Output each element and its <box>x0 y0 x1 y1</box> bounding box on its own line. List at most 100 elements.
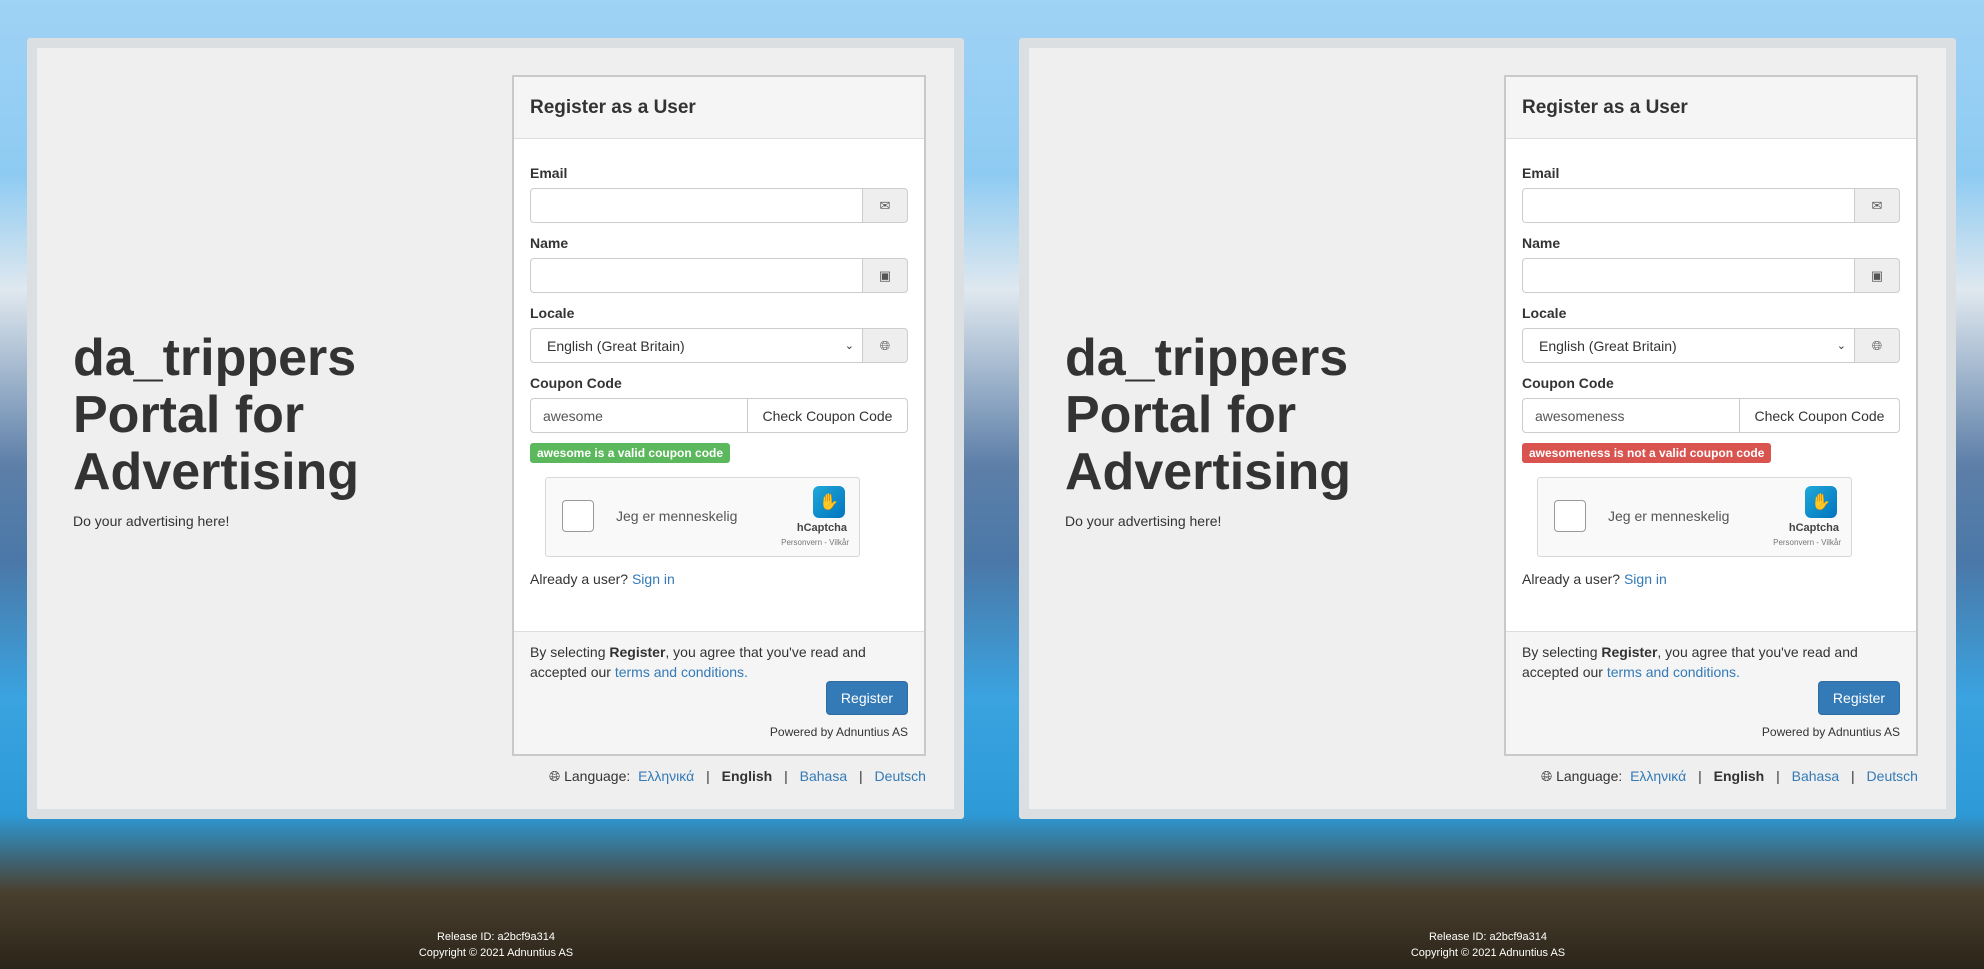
coupon-label: Coupon Code <box>530 375 622 391</box>
sign-in-link[interactable]: Sign in <box>632 571 675 587</box>
envelope-icon: ✉ <box>1855 188 1900 223</box>
coupon-group: awesome Check Coupon Code <box>530 398 908 433</box>
copyright: Copyright © 2021 Adnuntius AS <box>418 947 574 959</box>
terms-text: By selecting Register, you agree that yo… <box>530 642 908 682</box>
locale-value: English (Great Britain) <box>1539 337 1677 354</box>
tagline: Do your advertising here! <box>73 513 230 529</box>
captcha-terms-link[interactable]: Personvern - Vilkår <box>1773 538 1841 547</box>
portal-title-line: Portal for <box>1065 386 1297 444</box>
hcaptcha-logo-icon: ✋ <box>1805 486 1837 518</box>
locale-select[interactable]: English (Great Britain) ⌄ <box>530 328 863 363</box>
language-label: Language: <box>564 768 631 784</box>
register-card: Register as a User Email ✉ Name ▣ Locale… <box>512 75 926 756</box>
separator: | <box>784 768 788 784</box>
globe-icon: 🌐︎ <box>1541 768 1553 784</box>
locale-group: English (Great Britain) ⌄ 🌐︎ <box>1522 328 1900 363</box>
card-footer: By selecting Register, you agree that yo… <box>514 631 924 754</box>
email-field[interactable] <box>1522 188 1855 223</box>
already-user: Already a user? Sign in <box>530 571 908 587</box>
terms-link[interactable]: terms and conditions. <box>1607 664 1740 680</box>
locale-label: Locale <box>1522 305 1567 321</box>
check-coupon-button[interactable]: Check Coupon Code <box>748 398 908 433</box>
already-user-text: Already a user? <box>530 571 629 587</box>
portal-title-line: Advertising <box>1065 443 1352 501</box>
name-label: Name <box>530 235 569 251</box>
page-footer: Release ID: a2bcf9a314 Copyright © 2021 … <box>992 929 1984 961</box>
locale-group: English (Great Britain) ⌄ 🌐︎ <box>530 328 908 363</box>
separator: | <box>706 768 710 784</box>
terms-bold: Register <box>609 644 666 660</box>
card-body: Email ✉ Name ▣ Locale English (Great Bri… <box>1506 139 1916 587</box>
terms-link[interactable]: terms and conditions. <box>615 664 748 680</box>
captcha-label: Jeg er menneskelig <box>616 508 738 524</box>
separator: | <box>1776 768 1780 784</box>
name-field[interactable] <box>530 258 863 293</box>
locale-label: Locale <box>530 305 575 321</box>
language-english[interactable]: English <box>722 768 773 784</box>
portal-title-line: Portal for <box>73 386 305 444</box>
coupon-field[interactable]: awesome <box>530 398 748 433</box>
language-bahasa[interactable]: Bahasa <box>1792 768 1839 784</box>
release-id: Release ID: a2bcf9a314 <box>436 931 556 943</box>
envelope-icon: ✉ <box>863 188 908 223</box>
already-user-text: Already a user? <box>1522 571 1621 587</box>
captcha-checkbox[interactable] <box>562 500 594 532</box>
coupon-status-badge: awesome is a valid coupon code <box>530 443 731 463</box>
language-english[interactable]: English <box>1714 768 1765 784</box>
captcha-brand: hCaptcha <box>796 522 847 534</box>
hcaptcha-widget: Jeg er menneskelig ✋ hCaptcha Personvern… <box>1537 477 1852 557</box>
name-group: ▣ <box>530 258 908 293</box>
language-deutsch[interactable]: Deutsch <box>1867 768 1918 784</box>
sign-in-link[interactable]: Sign in <box>1624 571 1667 587</box>
captcha-terms-link[interactable]: Personvern - Vilkår <box>781 538 849 547</box>
captcha-label: Jeg er menneskelig <box>1608 508 1730 524</box>
release-id: Release ID: a2bcf9a314 <box>1428 931 1548 943</box>
portal-title-line: Advertising <box>73 443 360 501</box>
email-label: Email <box>1522 165 1560 181</box>
portal-title-line: da_trippers <box>1065 329 1349 387</box>
email-group: ✉ <box>530 188 908 223</box>
captcha-checkbox[interactable] <box>1554 500 1586 532</box>
powered-by: Powered by Adnuntius AS <box>1761 725 1900 739</box>
name-group: ▣ <box>1522 258 1900 293</box>
portal-title: da_trippers Portal for Advertising <box>73 330 473 501</box>
already-user: Already a user? Sign in <box>1522 571 1900 587</box>
hcaptcha-widget: Jeg er menneskelig ✋ hCaptcha Personvern… <box>545 477 860 557</box>
language-label: Language: <box>1556 768 1623 784</box>
name-label: Name <box>1522 235 1561 251</box>
check-coupon-button[interactable]: Check Coupon Code <box>1740 398 1900 433</box>
screenshot-left: da_trippers Portal for Advertising Do yo… <box>0 0 992 969</box>
email-field[interactable] <box>530 188 863 223</box>
chevron-down-icon: ⌄ <box>844 340 854 352</box>
powered-by: Powered by Adnuntius AS <box>769 725 908 739</box>
card-heading: Register as a User <box>514 77 924 139</box>
name-field[interactable] <box>1522 258 1855 293</box>
separator: | <box>859 768 863 784</box>
coupon-status-badge: awesomeness is not a valid coupon code <box>1522 443 1772 463</box>
contact-card-icon: ▣ <box>1855 258 1900 293</box>
terms-prefix: By selecting <box>1522 644 1598 660</box>
register-button[interactable]: Register <box>826 681 908 715</box>
language-greek[interactable]: Ελληνικά <box>1630 768 1686 784</box>
language-bar: 🌐︎ Language: Ελληνικά | English | Bahasa… <box>549 768 926 785</box>
captcha-brand: hCaptcha <box>1788 522 1839 534</box>
language-bahasa[interactable]: Bahasa <box>800 768 847 784</box>
locale-select[interactable]: English (Great Britain) ⌄ <box>1522 328 1855 363</box>
language-bar: 🌐︎ Language: Ελληνικά | English | Bahasa… <box>1541 768 1918 785</box>
register-button[interactable]: Register <box>1818 681 1900 715</box>
language-deutsch[interactable]: Deutsch <box>875 768 926 784</box>
copyright: Copyright © 2021 Adnuntius AS <box>1410 947 1566 959</box>
separator: | <box>1851 768 1855 784</box>
main-panel: da_trippers Portal for Advertising Do yo… <box>27 38 964 819</box>
register-card: Register as a User Email ✉ Name ▣ Locale… <box>1504 75 1918 756</box>
page-footer: Release ID: a2bcf9a314 Copyright © 2021 … <box>0 929 992 961</box>
globe-icon: 🌐︎ <box>863 328 908 363</box>
hcaptcha-logo-icon: ✋ <box>813 486 845 518</box>
coupon-label: Coupon Code <box>1522 375 1614 391</box>
terms-bold: Register <box>1601 644 1658 660</box>
coupon-field[interactable]: awesomeness <box>1522 398 1740 433</box>
main-panel: da_trippers Portal for Advertising Do yo… <box>1019 38 1956 819</box>
language-greek[interactable]: Ελληνικά <box>638 768 694 784</box>
chevron-down-icon: ⌄ <box>1836 340 1846 352</box>
globe-icon: 🌐︎ <box>549 768 561 784</box>
